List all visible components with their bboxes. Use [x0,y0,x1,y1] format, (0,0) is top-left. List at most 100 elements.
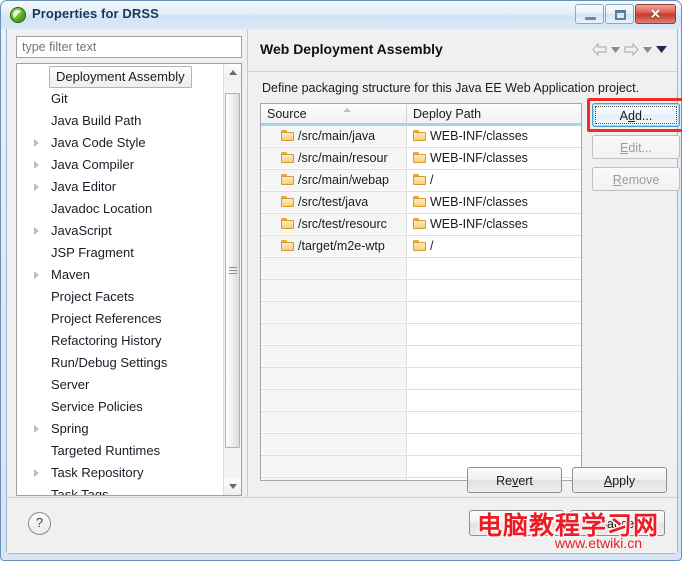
folder-icon [413,196,426,207]
cell-source-label: /src/test/java [298,195,369,209]
sidebar-item-maven[interactable]: Maven [17,264,224,286]
forward-menu-chevron-down-icon[interactable] [643,46,652,53]
cancel-button[interactable]: Cancel [570,510,665,536]
add-button-accel: d [628,109,635,123]
sidebar-item-task-tags[interactable]: Task Tags [17,484,224,495]
sidebar-item-java-code-style[interactable]: Java Code Style [17,132,224,154]
cell-source: /src/test/resourc [261,214,407,234]
folder-icon [413,240,426,251]
sidebar-item-java-build-path[interactable]: Java Build Path [17,110,224,132]
cell-deploy-path-label: WEB-INF/classes [430,129,528,143]
dialog-footer: ? OK Cancel 电脑教程学习网 www.etwiki.cn [7,497,677,553]
expand-chevron-right-icon[interactable] [34,425,39,433]
sidebar-item-label: Java Code Style [51,135,146,150]
remove-button-accel: R [612,173,622,187]
sidebar-item-targeted-runtimes[interactable]: Targeted Runtimes [17,440,224,462]
expand-chevron-right-icon[interactable] [34,469,39,477]
tree-scrollbar[interactable] [223,64,241,495]
revert-button[interactable]: Revert [467,467,562,493]
scrollbar-thumb[interactable] [225,93,240,448]
sidebar-item-server[interactable]: Server [17,374,224,396]
table-row-empty [261,434,581,456]
table-body: /src/main/java WEB-INF/classes/src/main/r… [261,126,581,480]
sidebar-item-spring[interactable]: Spring [17,418,224,440]
table-row[interactable]: /src/main/resour WEB-INF/classes [261,148,581,170]
expand-chevron-right-icon[interactable] [34,161,39,169]
cell-source-label: /src/main/java [298,129,376,143]
cell-deploy-path: WEB-INF/classes [407,126,581,146]
sidebar-item-javascript[interactable]: JavaScript [17,220,224,242]
expand-chevron-right-icon[interactable] [34,139,39,147]
cell-deploy-path [407,302,581,322]
add-button[interactable]: Add... [592,103,680,127]
sidebar-item-label: Refactoring History [51,333,162,348]
sidebar-item-project-references[interactable]: Project References [17,308,224,330]
expand-chevron-right-icon[interactable] [34,227,39,235]
revert-button-suffix: ert [518,474,533,488]
help-icon[interactable]: ? [28,512,51,535]
expand-chevron-right-icon[interactable] [34,183,39,191]
cell-source: /target/m2e-wtp [261,236,407,256]
cell-source [261,478,407,480]
assembly-table[interactable]: Source Deploy Path /src/main/java WEB-INF… [260,103,582,481]
back-menu-chevron-down-icon[interactable] [611,46,620,53]
minimize-button[interactable] [575,4,604,24]
cell-deploy-path: / [407,170,581,190]
column-header-deploy-path[interactable]: Deploy Path [407,104,581,125]
remove-button-suffix: emove [621,173,660,187]
view-menu-icon[interactable] [656,46,667,53]
forward-arrow-icon[interactable] [624,43,639,56]
sidebar-item-java-compiler[interactable]: Java Compiler [17,154,224,176]
sidebar-item-refactoring-history[interactable]: Refactoring History [17,330,224,352]
sidebar-item-label: Java Build Path [51,113,142,128]
edit-button[interactable]: Edit... [592,135,680,159]
remove-button[interactable]: Remove [592,167,680,191]
table-row[interactable]: /target/m2e-wtp / [261,236,581,258]
column-header-source[interactable]: Source [261,104,407,125]
folder-icon [281,196,294,207]
expand-chevron-right-icon[interactable] [34,271,39,279]
right-panel: Web Deployment Assembly Define packaging… [247,29,682,498]
settings-tree[interactable]: Deployment Assembly Git Java Build Path Jav… [16,63,242,496]
sidebar-item-project-facets[interactable]: Project Facets [17,286,224,308]
sidebar-item-service-policies[interactable]: Service Policies [17,396,224,418]
ok-button[interactable]: OK [469,510,564,536]
scroll-down-button[interactable] [224,478,241,495]
table-row[interactable]: /src/test/java WEB-INF/classes [261,192,581,214]
table-row[interactable]: /src/main/webap / [261,170,581,192]
close-button[interactable]: ✕ [635,4,676,24]
sidebar-item-label: Spring [51,421,89,436]
cell-deploy-path [407,280,581,300]
sidebar-item-jsp-fragment[interactable]: JSP Fragment [17,242,224,264]
cell-source-label: /target/m2e-wtp [298,239,385,253]
cell-source: /src/main/webap [261,170,407,190]
sidebar-item-java-editor[interactable]: Java Editor [17,176,224,198]
back-arrow-icon[interactable] [592,43,607,56]
filter-input[interactable] [16,36,242,58]
cell-deploy-path: WEB-INF/classes [407,148,581,168]
sidebar-item-label: Run/Debug Settings [51,355,168,370]
title-bar: Properties for DRSS ✕ [1,1,681,29]
cell-deploy-path: WEB-INF/classes [407,192,581,212]
page-title: Web Deployment Assembly [260,41,443,57]
sidebar-item-run-debug-settings[interactable]: Run/Debug Settings [17,352,224,374]
sidebar-item-label: Project Facets [51,289,135,304]
sidebar-item-git[interactable]: Git [17,88,224,110]
maximize-button[interactable] [605,4,634,24]
scroll-up-button[interactable] [224,64,241,81]
table-row[interactable]: /src/main/java WEB-INF/classes [261,126,581,148]
table-row-empty [261,258,581,280]
table-row[interactable]: /src/test/resourc WEB-INF/classes [261,214,581,236]
apply-button[interactable]: Apply [572,467,667,493]
edit-button-suffix: dit... [628,141,652,155]
sidebar-item-javadoc-location[interactable]: Javadoc Location [17,198,224,220]
sidebar-item-label: Server [51,377,90,392]
sidebar-item-label: Project References [51,311,162,326]
cell-deploy-path [407,258,581,278]
close-icon: ✕ [650,6,661,22]
table-header: Source Deploy Path [261,104,581,126]
sidebar-item-task-repository[interactable]: Task Repository [17,462,224,484]
table-row-empty [261,280,581,302]
revert-button-prefix: Re [496,474,513,488]
sidebar-item-deployment-assembly[interactable]: Deployment Assembly [17,66,224,88]
